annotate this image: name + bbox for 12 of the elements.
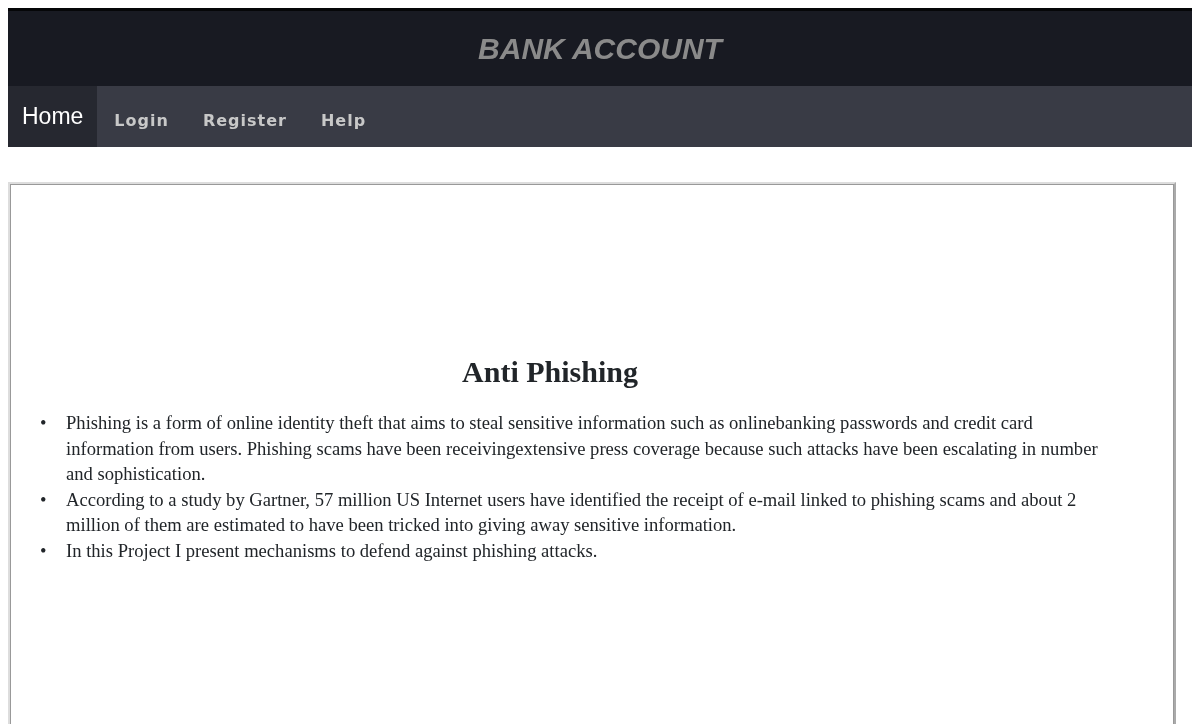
bullet-text: According to a study by Gartner, 57 million US Internet users have identified the receipt of e-mail linked to phishing scams and about 2 million of them are estimated to have been tricked into giving away sensitive information. (66, 487, 1078, 537)
bullet-marker: • (40, 411, 48, 435)
nav-link[interactable]: Help (303, 86, 384, 147)
bullet-marker: • (40, 538, 48, 563)
nav-link[interactable]: Home (8, 86, 98, 147)
nav-link[interactable]: Login (97, 86, 186, 147)
site-title: BANK ACCOUNT (478, 32, 722, 65)
nav-link[interactable]: Register (185, 86, 304, 147)
bullet-text: In this Project I present mechanisms to defend against phishing attacks. (66, 538, 599, 563)
page-heading: Anti Phishing (461, 354, 639, 390)
bullet-marker: • (40, 487, 48, 512)
bullet-text: Phishing is a form of online identity theft that aims to steal sensitive information such as onlinebanking passwords and credit card information from users. Phishing scams have been receivingextensive press coverage because such attacks have been escalating in number and sophistication. (66, 411, 1099, 486)
